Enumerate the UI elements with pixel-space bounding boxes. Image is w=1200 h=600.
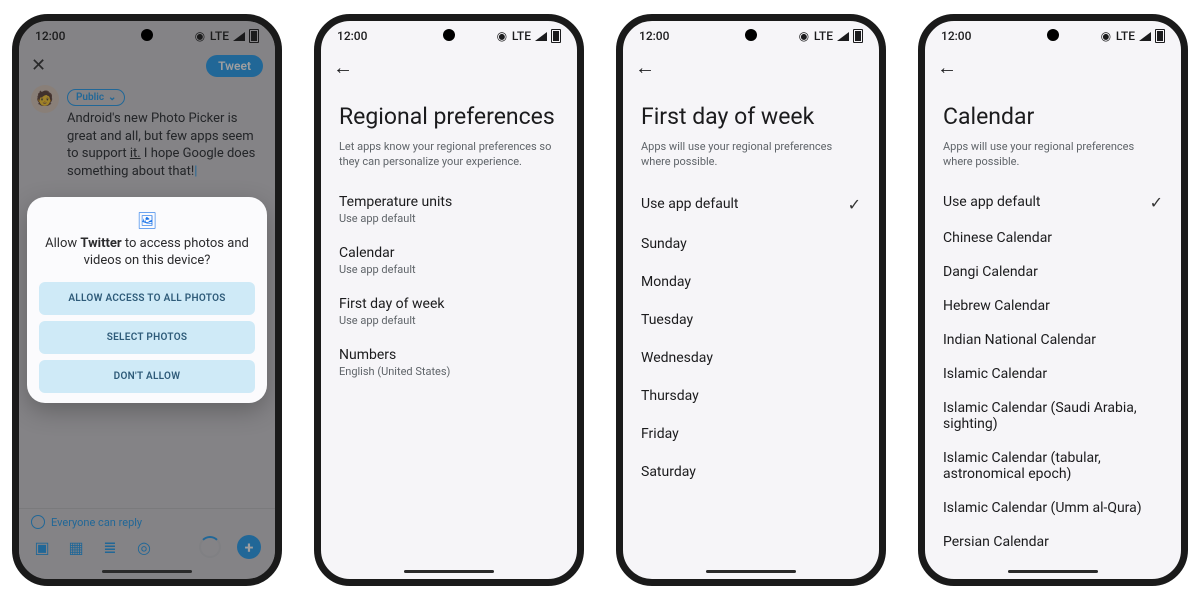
option-use-default[interactable]: Use app default ✓ — [623, 184, 879, 225]
page-title: Calendar — [925, 85, 1181, 140]
option-thursday[interactable]: Thursday — [623, 377, 879, 415]
page-title: First day of week — [623, 85, 879, 140]
page-subtitle: Apps will use your regional preferences … — [623, 140, 879, 184]
app-bar: ← — [925, 49, 1181, 85]
phone-regional-preferences: 12:00 ◉ LTE ← Regional preferences Let a… — [314, 14, 584, 586]
page-subtitle: Apps will use your regional preferences … — [925, 140, 1181, 184]
wifi-icon: ◉ — [1100, 30, 1112, 42]
status-time: 12:00 — [639, 29, 669, 43]
camera-hole — [443, 29, 455, 41]
camera-hole — [141, 29, 153, 41]
option-friday[interactable]: Friday — [623, 415, 879, 453]
status-time: 12:00 — [337, 29, 367, 43]
option-use-default[interactable]: Use app default ✓ — [925, 184, 1181, 221]
dialog-title: Allow Twitter to access photos and video… — [39, 236, 254, 270]
permission-dialog: 🖼 Allow Twitter to access photos and vid… — [27, 197, 266, 403]
option-saturday[interactable]: Saturday — [623, 453, 879, 491]
network-label: LTE — [512, 29, 531, 43]
option-islamic-saudi[interactable]: Islamic Calendar (Saudi Arabia, sighting… — [925, 391, 1181, 441]
allow-all-button[interactable]: Allow access to all photos — [39, 282, 254, 315]
phone-calendar: 12:00 ◉ LTE ← Calendar Apps will use you… — [918, 14, 1188, 586]
option-chinese[interactable]: Chinese Calendar — [925, 221, 1181, 255]
option-hebrew[interactable]: Hebrew Calendar — [925, 289, 1181, 323]
wifi-icon: ◉ — [496, 30, 508, 42]
back-icon[interactable]: ← — [937, 57, 957, 77]
home-indicator[interactable] — [706, 570, 796, 573]
pref-numbers[interactable]: Numbers English (United States) — [321, 337, 577, 388]
home-indicator[interactable] — [102, 570, 192, 573]
home-indicator[interactable] — [404, 570, 494, 573]
check-icon: ✓ — [1150, 193, 1163, 212]
check-icon: ✓ — [848, 195, 861, 214]
app-bar: ← — [623, 49, 879, 85]
signal-icon — [535, 32, 547, 41]
phone-twitter-permission: 12:00 ◉ LTE ✕ Tweet 🧑 Public ⌄ Android's… — [12, 14, 282, 586]
option-islamic-umm[interactable]: Islamic Calendar (Umm al-Qura) — [925, 491, 1181, 525]
page-title: Regional preferences — [321, 85, 577, 140]
back-icon[interactable]: ← — [635, 57, 655, 77]
camera-hole — [1047, 29, 1059, 41]
option-islamic[interactable]: Islamic Calendar — [925, 357, 1181, 391]
option-wednesday[interactable]: Wednesday — [623, 339, 879, 377]
option-indian[interactable]: Indian National Calendar — [925, 323, 1181, 357]
back-icon[interactable]: ← — [333, 57, 353, 77]
permission-dialog-scrim[interactable]: 🖼 Allow Twitter to access photos and vid… — [19, 21, 275, 579]
pref-first-day[interactable]: First day of week Use app default — [321, 286, 577, 337]
network-label: LTE — [1116, 29, 1135, 43]
option-tuesday[interactable]: Tuesday — [623, 301, 879, 339]
wifi-icon: ◉ — [798, 30, 810, 42]
dont-allow-button[interactable]: Don't allow — [39, 360, 254, 393]
option-dangi[interactable]: Dangi Calendar — [925, 255, 1181, 289]
option-monday[interactable]: Monday — [623, 263, 879, 301]
network-label: LTE — [814, 29, 833, 43]
app-bar: ← — [321, 49, 577, 85]
status-time: 12:00 — [941, 29, 971, 43]
option-islamic-tabular[interactable]: Islamic Calendar (tabular, astronomical … — [925, 441, 1181, 491]
option-persian[interactable]: Persian Calendar — [925, 525, 1181, 559]
signal-icon — [1139, 32, 1151, 41]
battery-icon — [551, 29, 561, 43]
pref-calendar[interactable]: Calendar Use app default — [321, 235, 577, 286]
home-indicator[interactable] — [1008, 570, 1098, 573]
page-subtitle: Let apps know your regional preferences … — [321, 140, 577, 184]
battery-icon — [853, 29, 863, 43]
option-sunday[interactable]: Sunday — [623, 225, 879, 263]
select-photos-button[interactable]: Select photos — [39, 321, 254, 354]
pref-temperature[interactable]: Temperature units Use app default — [321, 184, 577, 235]
phone-first-day-of-week: 12:00 ◉ LTE ← First day of week Apps wil… — [616, 14, 886, 586]
battery-icon — [1155, 29, 1165, 43]
photo-icon: 🖼 — [39, 211, 254, 230]
signal-icon — [837, 32, 849, 41]
camera-hole — [745, 29, 757, 41]
